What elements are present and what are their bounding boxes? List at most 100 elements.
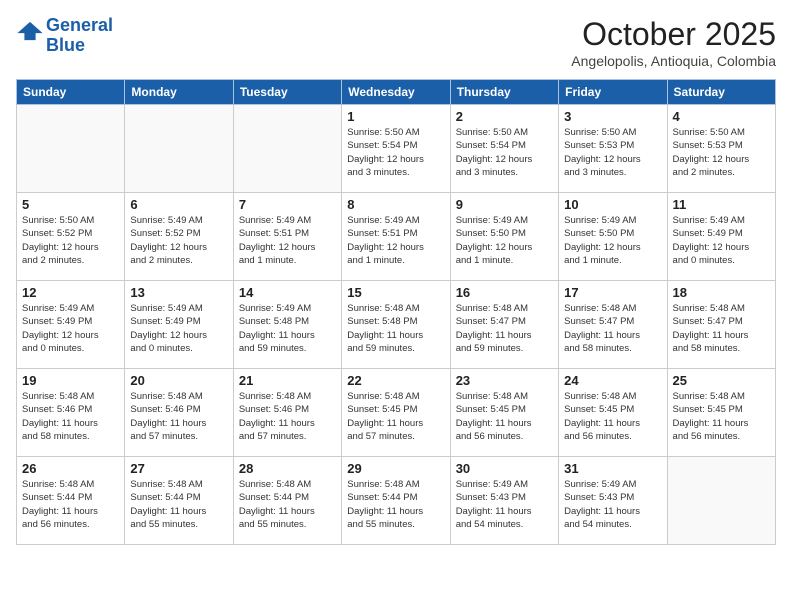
calendar-cell [17, 105, 125, 193]
week-row-3: 12 Sunrise: 5:49 AM Sunset: 5:49 PM Dayli… [17, 281, 776, 369]
day-info: Sunrise: 5:48 AM Sunset: 5:44 PM Dayligh… [347, 478, 444, 531]
title-block: October 2025 Angelopolis, Antioquia, Col… [571, 16, 776, 69]
day-number: 13 [130, 285, 227, 300]
day-number: 27 [130, 461, 227, 476]
day-info: Sunrise: 5:48 AM Sunset: 5:44 PM Dayligh… [130, 478, 227, 531]
day-info: Sunrise: 5:48 AM Sunset: 5:48 PM Dayligh… [347, 302, 444, 355]
day-number: 26 [22, 461, 119, 476]
logo-icon [16, 17, 44, 45]
day-info: Sunrise: 5:48 AM Sunset: 5:46 PM Dayligh… [239, 390, 336, 443]
day-info: Sunrise: 5:49 AM Sunset: 5:52 PM Dayligh… [130, 214, 227, 267]
week-row-1: 1 Sunrise: 5:50 AM Sunset: 5:54 PM Daylig… [17, 105, 776, 193]
calendar-cell: 5 Sunrise: 5:50 AM Sunset: 5:52 PM Daylig… [17, 193, 125, 281]
day-info: Sunrise: 5:48 AM Sunset: 5:45 PM Dayligh… [347, 390, 444, 443]
calendar-cell: 29 Sunrise: 5:48 AM Sunset: 5:44 PM Dayli… [342, 457, 450, 545]
calendar-cell: 15 Sunrise: 5:48 AM Sunset: 5:48 PM Dayli… [342, 281, 450, 369]
day-info: Sunrise: 5:48 AM Sunset: 5:45 PM Dayligh… [673, 390, 770, 443]
day-number: 3 [564, 109, 661, 124]
calendar-cell: 21 Sunrise: 5:48 AM Sunset: 5:46 PM Dayli… [233, 369, 341, 457]
day-info: Sunrise: 5:49 AM Sunset: 5:50 PM Dayligh… [456, 214, 553, 267]
day-number: 9 [456, 197, 553, 212]
day-info: Sunrise: 5:48 AM Sunset: 5:47 PM Dayligh… [456, 302, 553, 355]
day-info: Sunrise: 5:49 AM Sunset: 5:43 PM Dayligh… [456, 478, 553, 531]
day-info: Sunrise: 5:50 AM Sunset: 5:54 PM Dayligh… [347, 126, 444, 179]
calendar-cell: 17Sunrise: 5:48 AM Sunset: 5:47 PM Dayli… [559, 281, 667, 369]
calendar-cell: 25Sunrise: 5:48 AM Sunset: 5:45 PM Dayli… [667, 369, 775, 457]
calendar-table: SundayMondayTuesdayWednesdayThursdayFrid… [16, 79, 776, 545]
weekday-header-thursday: Thursday [450, 80, 558, 105]
calendar-cell: 13 Sunrise: 5:49 AM Sunset: 5:49 PM Dayli… [125, 281, 233, 369]
weekday-header-wednesday: Wednesday [342, 80, 450, 105]
day-info: Sunrise: 5:49 AM Sunset: 5:51 PM Dayligh… [239, 214, 336, 267]
day-number: 28 [239, 461, 336, 476]
day-number: 23 [456, 373, 553, 388]
day-number: 1 [347, 109, 444, 124]
logo-text-line1: General [46, 16, 113, 36]
week-row-2: 5 Sunrise: 5:50 AM Sunset: 5:52 PM Daylig… [17, 193, 776, 281]
day-info: Sunrise: 5:49 AM Sunset: 5:49 PM Dayligh… [130, 302, 227, 355]
calendar-cell: 7 Sunrise: 5:49 AM Sunset: 5:51 PM Daylig… [233, 193, 341, 281]
day-number: 5 [22, 197, 119, 212]
location: Angelopolis, Antioquia, Colombia [571, 53, 776, 69]
month-title: October 2025 [571, 16, 776, 53]
day-number: 19 [22, 373, 119, 388]
calendar-cell: 30 Sunrise: 5:49 AM Sunset: 5:43 PM Dayli… [450, 457, 558, 545]
day-info: Sunrise: 5:48 AM Sunset: 5:44 PM Dayligh… [239, 478, 336, 531]
day-number: 7 [239, 197, 336, 212]
calendar-cell [125, 105, 233, 193]
calendar-cell: 10Sunrise: 5:49 AM Sunset: 5:50 PM Dayli… [559, 193, 667, 281]
day-info: Sunrise: 5:50 AM Sunset: 5:52 PM Dayligh… [22, 214, 119, 267]
day-info: Sunrise: 5:49 AM Sunset: 5:48 PM Dayligh… [239, 302, 336, 355]
day-info: Sunrise: 5:48 AM Sunset: 5:46 PM Dayligh… [130, 390, 227, 443]
weekday-header-friday: Friday [559, 80, 667, 105]
day-info: Sunrise: 5:48 AM Sunset: 5:44 PM Dayligh… [22, 478, 119, 531]
day-number: 8 [347, 197, 444, 212]
day-number: 2 [456, 109, 553, 124]
weekday-header-saturday: Saturday [667, 80, 775, 105]
day-number: 20 [130, 373, 227, 388]
calendar-cell [233, 105, 341, 193]
day-number: 30 [456, 461, 553, 476]
day-info: Sunrise: 5:49 AM Sunset: 5:43 PM Dayligh… [564, 478, 661, 531]
day-number: 15 [347, 285, 444, 300]
page-header: General Blue October 2025 Angelopolis, A… [16, 16, 776, 69]
day-info: Sunrise: 5:48 AM Sunset: 5:47 PM Dayligh… [673, 302, 770, 355]
calendar-cell: 24 Sunrise: 5:48 AM Sunset: 5:45 PM Dayli… [559, 369, 667, 457]
day-number: 31 [564, 461, 661, 476]
day-number: 29 [347, 461, 444, 476]
day-info: Sunrise: 5:48 AM Sunset: 5:46 PM Dayligh… [22, 390, 119, 443]
day-info: Sunrise: 5:50 AM Sunset: 5:53 PM Dayligh… [673, 126, 770, 179]
day-info: Sunrise: 5:48 AM Sunset: 5:45 PM Dayligh… [456, 390, 553, 443]
day-number: 11 [673, 197, 770, 212]
day-number: 17 [564, 285, 661, 300]
week-row-5: 26 Sunrise: 5:48 AM Sunset: 5:44 PM Dayli… [17, 457, 776, 545]
day-number: 18 [673, 285, 770, 300]
weekday-header-monday: Monday [125, 80, 233, 105]
week-row-4: 19 Sunrise: 5:48 AM Sunset: 5:46 PM Dayli… [17, 369, 776, 457]
logo-text-line2: Blue [46, 36, 113, 56]
day-number: 21 [239, 373, 336, 388]
day-info: Sunrise: 5:50 AM Sunset: 5:54 PM Dayligh… [456, 126, 553, 179]
calendar-cell: 18 Sunrise: 5:48 AM Sunset: 5:47 PM Dayli… [667, 281, 775, 369]
calendar-cell: 11Sunrise: 5:49 AM Sunset: 5:49 PM Dayli… [667, 193, 775, 281]
calendar-cell: 20 Sunrise: 5:48 AM Sunset: 5:46 PM Dayli… [125, 369, 233, 457]
calendar-header-row: SundayMondayTuesdayWednesdayThursdayFrid… [17, 80, 776, 105]
day-number: 6 [130, 197, 227, 212]
calendar-cell: 12Sunrise: 5:49 AM Sunset: 5:49 PM Dayli… [17, 281, 125, 369]
calendar-cell: 14 Sunrise: 5:49 AM Sunset: 5:48 PM Dayli… [233, 281, 341, 369]
day-number: 4 [673, 109, 770, 124]
day-info: Sunrise: 5:48 AM Sunset: 5:45 PM Dayligh… [564, 390, 661, 443]
calendar-cell: 19 Sunrise: 5:48 AM Sunset: 5:46 PM Dayli… [17, 369, 125, 457]
calendar-cell: 23 Sunrise: 5:48 AM Sunset: 5:45 PM Dayli… [450, 369, 558, 457]
day-number: 14 [239, 285, 336, 300]
calendar-cell: 6 Sunrise: 5:49 AM Sunset: 5:52 PM Daylig… [125, 193, 233, 281]
day-number: 12 [22, 285, 119, 300]
day-info: Sunrise: 5:49 AM Sunset: 5:50 PM Dayligh… [564, 214, 661, 267]
calendar-cell: 8Sunrise: 5:49 AM Sunset: 5:51 PM Daylig… [342, 193, 450, 281]
day-number: 24 [564, 373, 661, 388]
calendar-cell: 3 Sunrise: 5:50 AM Sunset: 5:53 PM Daylig… [559, 105, 667, 193]
calendar-cell: 26 Sunrise: 5:48 AM Sunset: 5:44 PM Dayli… [17, 457, 125, 545]
calendar-cell: 27 Sunrise: 5:48 AM Sunset: 5:44 PM Dayli… [125, 457, 233, 545]
calendar-cell: 28 Sunrise: 5:48 AM Sunset: 5:44 PM Dayli… [233, 457, 341, 545]
day-info: Sunrise: 5:50 AM Sunset: 5:53 PM Dayligh… [564, 126, 661, 179]
